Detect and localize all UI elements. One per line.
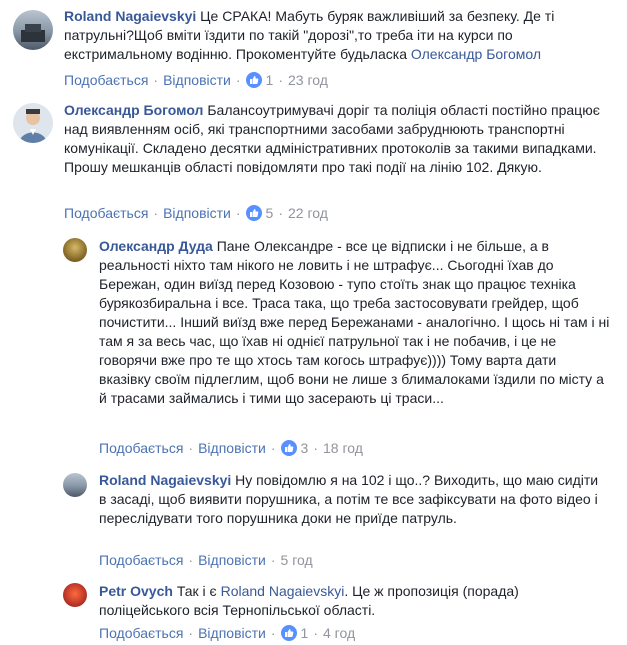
comment-body: Petr Ovych Так і є Roland Nagaievskyi. Ц… xyxy=(99,582,604,620)
timestamp[interactable]: 18 год xyxy=(323,440,363,456)
like-count[interactable]: 1 xyxy=(301,625,309,641)
reply-link[interactable]: Відповісти xyxy=(163,72,231,88)
separator-dot: · xyxy=(270,440,276,456)
avatar[interactable] xyxy=(13,103,53,143)
avatar[interactable] xyxy=(63,583,87,607)
comment-author[interactable]: Олександр Дуда xyxy=(99,238,213,254)
comment-body: Олександр Богомол Балансоутримувачі дорі… xyxy=(64,101,619,177)
comment-actions: Подобається · Відповісти · 5 · 22 год xyxy=(64,205,328,221)
reply-link[interactable]: Відповісти xyxy=(198,440,266,456)
comment-author[interactable]: Petr Ovych xyxy=(99,583,173,599)
comment-body: Roland Nagaievskyi Це СРАКА! Мабуть буря… xyxy=(64,7,614,64)
like-count[interactable]: 3 xyxy=(301,440,309,456)
reply-comment: Roland Nagaievskyi Ну повідомлю я на 102… xyxy=(0,465,627,575)
comment-author[interactable]: Roland Nagaievskyi xyxy=(64,8,196,24)
comment-actions: Подобається · Відповісти · 1 · 4 год xyxy=(99,625,355,641)
like-icon[interactable] xyxy=(245,205,262,221)
timestamp[interactable]: 23 год xyxy=(288,72,328,88)
comment-actions: Подобається · Відповісти · 1 · 23 год xyxy=(64,72,328,88)
reply-link[interactable]: Відповісти xyxy=(198,552,266,568)
timestamp[interactable]: 4 год xyxy=(323,625,355,641)
separator-dot: · xyxy=(153,205,159,221)
separator-dot: · xyxy=(313,625,318,641)
separator-dot: · xyxy=(313,440,318,456)
like-icon[interactable] xyxy=(280,440,297,456)
avatar[interactable] xyxy=(13,10,53,50)
avatar-image-icon xyxy=(19,109,47,143)
comment-actions: Подобається · Відповісти · 5 год xyxy=(99,552,313,568)
separator-dot: · xyxy=(270,552,276,568)
separator-dot: · xyxy=(188,552,194,568)
comment: Олександр Богомол Балансоутримувачі дорі… xyxy=(0,95,627,230)
comment-author[interactable]: Roland Nagaievskyi xyxy=(99,472,231,488)
separator-dot: · xyxy=(278,205,283,221)
like-count[interactable]: 1 xyxy=(266,72,274,88)
separator-dot: · xyxy=(278,72,283,88)
reply-comment: Олександр Дуда Пане Олександре - все це … xyxy=(0,230,627,465)
like-count[interactable]: 5 xyxy=(266,205,274,221)
separator-dot: · xyxy=(270,625,276,641)
like-link[interactable]: Подобається xyxy=(99,440,183,456)
reply-link[interactable]: Відповісти xyxy=(163,205,231,221)
like-link[interactable]: Подобається xyxy=(64,72,148,88)
comment-text: Пане Олександре - все це відписки і не б… xyxy=(99,238,610,406)
reply-comment: Petr Ovych Так і є Roland Nagaievskyi. Ц… xyxy=(0,575,627,645)
like-link[interactable]: Подобається xyxy=(99,625,183,641)
separator-dot: · xyxy=(188,625,194,641)
like-icon[interactable] xyxy=(245,72,262,88)
comment: Roland Nagaievskyi Це СРАКА! Мабуть буря… xyxy=(0,0,627,95)
separator-dot: · xyxy=(235,72,241,88)
like-icon[interactable] xyxy=(280,625,297,641)
comment-mention[interactable]: Roland Nagaievskyi xyxy=(221,583,345,599)
separator-dot: · xyxy=(153,72,159,88)
timestamp[interactable]: 22 год xyxy=(288,205,328,221)
timestamp[interactable]: 5 год xyxy=(281,552,313,568)
like-link[interactable]: Подобається xyxy=(64,205,148,221)
comment-mention[interactable]: Олександр Богомол xyxy=(411,46,541,62)
comment-actions: Подобається · Відповісти · 3 · 18 год xyxy=(99,440,363,456)
separator-dot: · xyxy=(188,440,194,456)
comment-text-before: Так і є xyxy=(176,583,217,599)
avatar[interactable] xyxy=(63,238,87,262)
reply-link[interactable]: Відповісти xyxy=(198,625,266,641)
avatar-image-icon xyxy=(21,24,45,42)
avatar[interactable] xyxy=(63,473,87,497)
like-link[interactable]: Подобається xyxy=(99,552,183,568)
comment-body: Олександр Дуда Пане Олександре - все це … xyxy=(99,237,611,408)
comment-author[interactable]: Олександр Богомол xyxy=(64,102,203,118)
comment-body: Roland Nagaievskyi Ну повідомлю я на 102… xyxy=(99,471,604,528)
separator-dot: · xyxy=(235,205,241,221)
